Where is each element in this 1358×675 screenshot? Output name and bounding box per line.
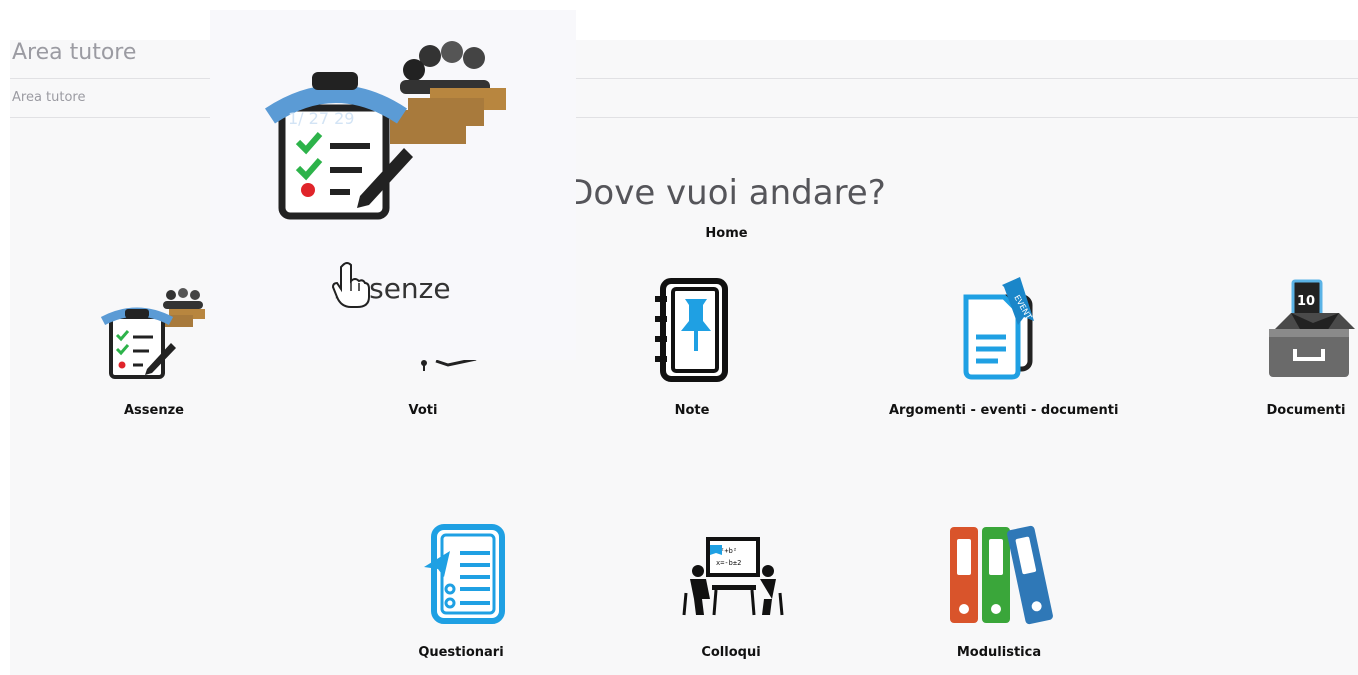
tile-argomenti-eventi-documenti[interactable]: EVENT Argomenti - eventi - documenti <box>889 273 1119 418</box>
tile-label: Documenti <box>1266 403 1346 418</box>
tile-label: Voti <box>408 403 438 418</box>
tile-documenti[interactable]: 10 Documenti <box>1196 273 1358 418</box>
main-heading: Dove vuoi andare? <box>567 173 886 213</box>
tile-label: Questionari <box>418 645 504 660</box>
document-tray-icon: 10 <box>1269 279 1355 377</box>
attendance-clipboard-icon <box>100 288 205 379</box>
tile-label: Colloqui <box>701 645 761 660</box>
tile-label: Note <box>674 403 710 418</box>
svg-text:x=-b±2: x=-b±2 <box>716 559 741 567</box>
breadcrumb-item[interactable]: Area tutore <box>12 90 86 105</box>
hand-pointer-icon <box>331 262 370 308</box>
event-document-icon: EVENT <box>963 277 1034 380</box>
attendance-clipboard-icon: 1/ 27 29 <box>265 41 506 220</box>
tile-note[interactable]: Note <box>582 273 802 418</box>
tile-label: Modulistica <box>956 645 1042 660</box>
hover-preview: 1/ 27 29 Assenze <box>210 10 576 360</box>
meeting-icon: a²+b² x=-b±2 <box>682 537 784 616</box>
home-link[interactable]: Home <box>0 226 1358 241</box>
svg-text:1/ 27 29: 1/ 27 29 <box>288 109 354 128</box>
questionnaire-icon <box>424 524 505 624</box>
tile-modulistica[interactable]: Modulistica <box>889 515 1109 660</box>
tile-colloqui[interactable]: a²+b² x=-b±2 Colloqui <box>621 515 841 660</box>
hover-preview-label: Assenze <box>335 272 451 305</box>
binders-icon <box>950 525 1053 625</box>
tile-questionari[interactable]: Questionari <box>351 515 571 660</box>
page-title: Area tutore <box>12 40 137 65</box>
notebook-pin-icon <box>655 278 728 382</box>
svg-text:10: 10 <box>1297 294 1315 309</box>
tile-label: Argomenti - eventi - documenti <box>889 403 1119 418</box>
tile-label: Assenze <box>124 403 184 418</box>
